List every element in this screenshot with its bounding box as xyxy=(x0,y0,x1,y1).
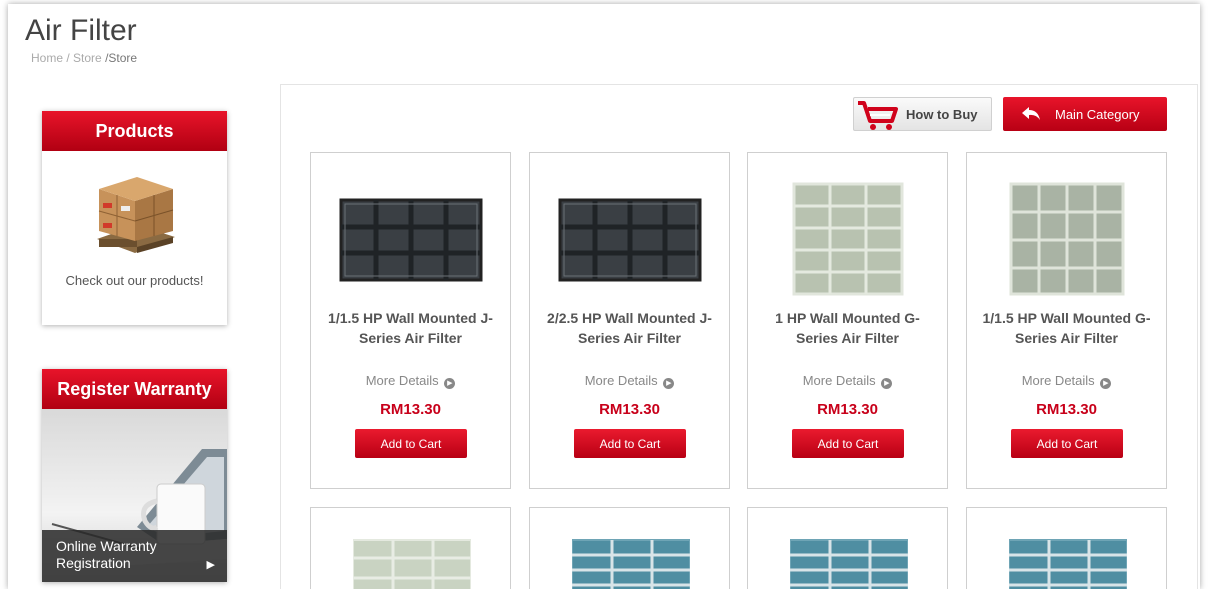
more-details-link[interactable]: More Details ▶ xyxy=(967,373,1166,389)
play-arrow-icon: ▶ xyxy=(206,559,215,571)
warranty-line1: Online Warranty xyxy=(56,538,157,554)
product-card[interactable]: 2/2.5 HP Wall Mounted J-Series Air Filte… xyxy=(529,152,730,489)
add-to-cart-button[interactable]: Add to Cart xyxy=(1011,429,1123,458)
breadcrumb-home[interactable]: Home xyxy=(31,51,63,65)
air-filter-image xyxy=(572,539,690,589)
air-filter-image xyxy=(558,198,701,282)
add-to-cart-button[interactable]: Add to Cart xyxy=(355,429,467,458)
warranty-widget[interactable]: Register Warranty Online Warranty Regist… xyxy=(42,369,227,582)
product-name[interactable]: 1 HP Wall Mounted G-Series Air Filter xyxy=(760,308,935,348)
play-circle-icon: ▶ xyxy=(1100,378,1112,389)
product-image[interactable] xyxy=(967,177,1166,302)
play-circle-icon: ▶ xyxy=(444,378,456,389)
more-details-label: More Details xyxy=(584,373,658,388)
add-to-cart-button[interactable]: Add to Cart xyxy=(792,429,904,458)
air-filter-image xyxy=(1009,182,1124,295)
main-category-button[interactable]: Main Category xyxy=(1003,97,1167,131)
more-details-label: More Details xyxy=(802,373,876,388)
main-category-label: Main Category xyxy=(1055,106,1140,122)
product-card[interactable] xyxy=(529,507,730,589)
product-price: RM13.30 xyxy=(1036,401,1097,418)
boxes-pallet-image xyxy=(96,177,175,253)
products-widget-title: Products xyxy=(42,111,227,151)
product-card[interactable]: 1/1.5 HP Wall Mounted J-Series Air Filte… xyxy=(310,152,511,489)
products-widget-caption: Check out our products! xyxy=(65,273,204,288)
product-card[interactable] xyxy=(747,507,948,589)
air-filter-image xyxy=(339,198,482,282)
warranty-registration-link[interactable]: Online Warranty Registration ▶ xyxy=(42,530,227,582)
product-name[interactable]: 1/1.5 HP Wall Mounted J-Series Air Filte… xyxy=(323,308,498,348)
product-image[interactable] xyxy=(530,175,729,300)
product-card[interactable]: 1 HP Wall Mounted G-Series Air Filter Mo… xyxy=(747,152,948,489)
product-card[interactable] xyxy=(310,507,511,589)
products-widget[interactable]: Products Check out our products! xyxy=(42,111,227,325)
more-details-link[interactable]: More Details ▶ xyxy=(748,373,947,389)
product-price: RM13.30 xyxy=(380,401,441,418)
play-circle-icon: ▶ xyxy=(881,378,893,389)
product-name[interactable]: 2/2.5 HP Wall Mounted J-Series Air Filte… xyxy=(542,308,717,348)
breadcrumb-current: /Store xyxy=(105,51,138,65)
product-price: RM13.30 xyxy=(599,401,660,418)
air-filter-image xyxy=(790,539,908,589)
product-image[interactable] xyxy=(311,175,510,300)
breadcrumb-separator: / xyxy=(66,51,70,65)
how-to-buy-label: How to Buy xyxy=(906,106,978,122)
shopping-cart-icon xyxy=(858,101,898,130)
page-title: Air Filter xyxy=(25,14,137,47)
product-card[interactable]: 1/1.5 HP Wall Mounted G-Series Air Filte… xyxy=(966,152,1167,489)
product-price: RM13.30 xyxy=(817,401,878,418)
add-to-cart-button[interactable]: Add to Cart xyxy=(574,429,686,458)
warranty-line2: Registration xyxy=(56,555,131,571)
product-image[interactable] xyxy=(748,177,947,302)
more-details-label: More Details xyxy=(365,373,439,388)
more-details-label: More Details xyxy=(1021,373,1095,388)
how-to-buy-button[interactable]: How to Buy xyxy=(853,97,992,131)
product-card[interactable] xyxy=(966,507,1167,589)
breadcrumb-store[interactable]: Store xyxy=(73,51,102,65)
back-arrow-icon xyxy=(1022,107,1040,120)
air-filter-image xyxy=(1009,539,1127,589)
warranty-image: Online Warranty Registration ▶ xyxy=(42,409,227,582)
more-details-link[interactable]: More Details ▶ xyxy=(311,373,510,389)
air-filter-image xyxy=(353,539,471,589)
warranty-widget-title: Register Warranty xyxy=(42,369,227,409)
breadcrumb: Home / Store /Store xyxy=(31,51,137,65)
product-name[interactable]: 1/1.5 HP Wall Mounted G-Series Air Filte… xyxy=(979,308,1154,348)
more-details-link[interactable]: More Details ▶ xyxy=(530,373,729,389)
play-circle-icon: ▶ xyxy=(663,378,675,389)
air-filter-image xyxy=(792,182,903,295)
